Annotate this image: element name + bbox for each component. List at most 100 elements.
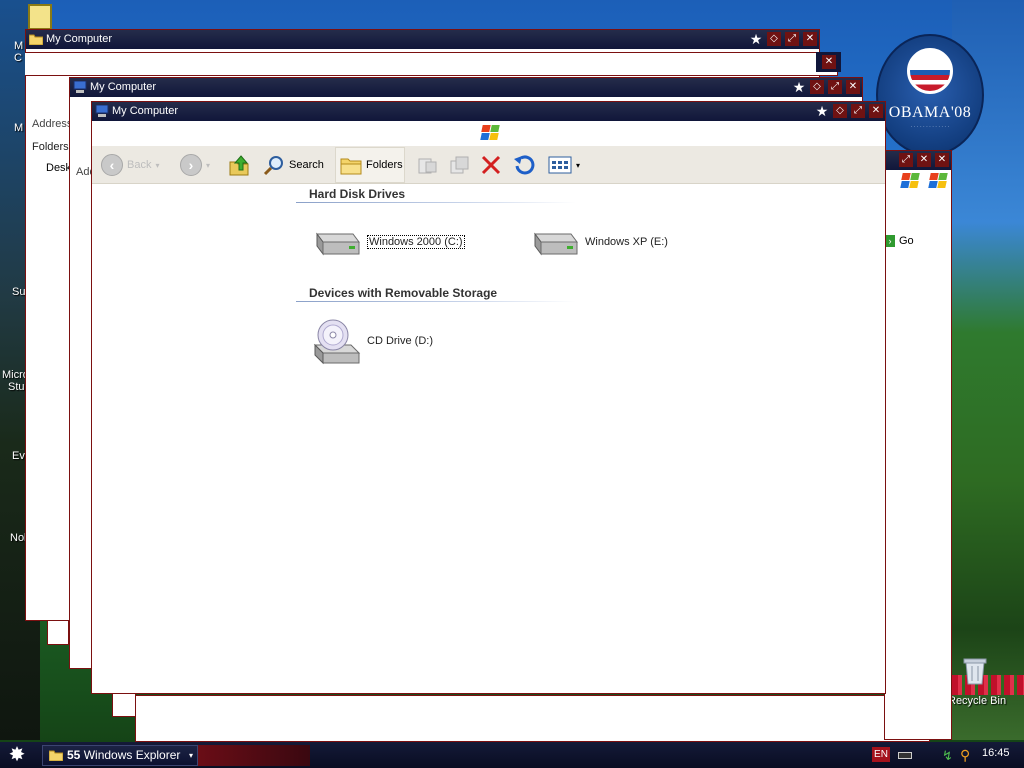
taskbar: ✸ 55 Windows Explorer ▾ EN ↯ ⚲ 16:45 xyxy=(0,742,1024,768)
drive-item-d[interactable]: CD Drive (D:) xyxy=(313,317,433,365)
go-button[interactable]: › Go xyxy=(885,235,914,247)
close-button[interactable]: ✕ xyxy=(822,55,836,69)
stacked-window-edge xyxy=(112,692,136,717)
minimize-button[interactable]: ◇ xyxy=(833,104,847,118)
folders-button[interactable]: Folders xyxy=(335,147,405,183)
clock[interactable]: 16:45 xyxy=(982,747,1010,759)
undo-button[interactable] xyxy=(511,154,535,176)
toolbar: ‹ Back ▾ › ▾ Search Folders ▾ xyxy=(92,146,885,184)
drive-item-c[interactable]: Windows 2000 (C:) xyxy=(313,228,465,256)
go-arrow-icon: › xyxy=(885,235,895,247)
back-button[interactable]: ‹ Back ▾ xyxy=(101,154,159,176)
folder-icon xyxy=(49,750,63,761)
up-folder-button[interactable] xyxy=(228,154,252,176)
restore-button[interactable]: ⤢ xyxy=(785,32,799,46)
window-my-computer-front[interactable]: My Computer ★ ◇ ⤢ ✕ ‹ Back ▾ › ▾ Search … xyxy=(91,101,886,694)
minimize-button[interactable]: ◇ xyxy=(767,32,781,46)
network-icon[interactable]: ↯ xyxy=(942,748,953,764)
views-icon xyxy=(548,156,572,174)
search-icon xyxy=(263,156,283,176)
stacked-window-edge xyxy=(47,620,69,645)
drive-label: Windows XP (E:) xyxy=(585,236,668,248)
obama-badge-image: OBAMA'08 · · · · · · · · · · · · · xyxy=(876,34,984,156)
address-label: Address xyxy=(32,118,73,130)
window-titlebar: My Computer ★ ◇ ⤢ ✕ xyxy=(92,102,885,121)
copy-to-icon xyxy=(450,156,469,174)
star-icon[interactable]: ★ xyxy=(749,32,763,46)
delete-button[interactable] xyxy=(480,154,502,176)
go-label: Go xyxy=(899,235,914,247)
cd-drive-icon xyxy=(313,319,361,365)
desktop-label: Stu xyxy=(8,381,25,393)
recycle-bin-label[interactable]: Recycle Bin xyxy=(948,695,1006,707)
window-title: My Computer xyxy=(46,33,113,45)
windows-logo-icon xyxy=(928,173,948,189)
drive-label: Windows 2000 (C:) xyxy=(367,235,465,249)
obama-logo-icon xyxy=(907,48,953,94)
window-titlebar: My Computer ★ ◇ ⤢ ✕ xyxy=(26,30,819,49)
task-label: Windows Explorer xyxy=(83,748,181,762)
window-menubar xyxy=(25,52,838,76)
close-button[interactable]: ✕ xyxy=(935,153,949,167)
window-title: My Computer xyxy=(90,81,157,93)
windows-logo-icon xyxy=(480,125,500,141)
dropdown-arrow-icon[interactable]: ▾ xyxy=(576,161,580,170)
taskbar-button-windows-explorer[interactable]: 55 Windows Explorer ▾ xyxy=(42,745,198,766)
forward-button[interactable]: › ▾ xyxy=(180,154,210,176)
close-button[interactable]: ✕ xyxy=(917,153,931,167)
desktop-label: M xyxy=(14,122,24,134)
section-header-removable-storage: Devices with Removable Storage xyxy=(309,286,498,300)
desktop-label: M xyxy=(14,40,24,52)
folders-pane-title: Folders xyxy=(32,141,69,153)
desktop-label: Su xyxy=(12,286,26,298)
forward-arrow-icon: › xyxy=(180,154,202,176)
hard-disk-icon xyxy=(534,232,578,256)
drive-item-e[interactable]: Windows XP (E:) xyxy=(531,228,668,256)
dropdown-arrow-icon[interactable]: ▾ xyxy=(206,161,210,170)
start-button[interactable]: ✸ xyxy=(6,745,28,765)
keyboard-icon[interactable] xyxy=(898,752,912,759)
badge-text: OBAMA'08 xyxy=(888,104,972,121)
tree-item-desktop[interactable]: Desk xyxy=(46,162,71,174)
desktop-shortcut-icon[interactable] xyxy=(28,4,52,30)
move-to-button[interactable] xyxy=(416,154,438,176)
folder-icon xyxy=(340,158,362,175)
language-indicator[interactable]: EN xyxy=(872,747,890,762)
restore-button[interactable]: ⤢ xyxy=(851,104,865,118)
search-label: Search xyxy=(289,159,324,171)
search-tray-icon[interactable]: ⚲ xyxy=(960,747,970,764)
window-right-back: ⤢ ✕ ✕ › Go xyxy=(884,150,952,740)
dropdown-arrow-icon[interactable]: ▾ xyxy=(155,161,159,170)
section-divider xyxy=(296,301,576,302)
folder-icon xyxy=(29,34,43,45)
back-label: Back xyxy=(127,159,152,171)
stacked-window-edge xyxy=(135,695,930,742)
hard-disk-icon xyxy=(316,232,360,256)
restore-button[interactable]: ⤢ xyxy=(899,153,913,167)
my-computer-icon xyxy=(95,105,109,117)
close-button[interactable]: ✕ xyxy=(846,80,860,94)
folders-label: Folders xyxy=(366,159,403,171)
recycle-bin-icon[interactable] xyxy=(962,656,988,686)
undo-icon xyxy=(514,155,535,175)
window-titlebar: ⤢ ✕ ✕ xyxy=(885,151,951,170)
move-to-icon xyxy=(418,158,437,174)
delete-icon xyxy=(481,155,501,175)
window-titlebar: My Computer ★ ◇ ⤢ ✕ xyxy=(70,78,862,97)
restore-button[interactable]: ⤢ xyxy=(828,80,842,94)
close-button[interactable]: ✕ xyxy=(869,104,883,118)
search-button[interactable]: Search xyxy=(263,154,324,176)
dropdown-arrow-icon[interactable]: ▾ xyxy=(189,746,193,765)
window-title: My Computer xyxy=(112,105,179,117)
star-icon[interactable]: ★ xyxy=(792,80,806,94)
taskbar-empty-area xyxy=(198,745,310,766)
minimize-button[interactable]: ◇ xyxy=(810,80,824,94)
copy-to-button[interactable] xyxy=(448,154,470,176)
views-button[interactable]: ▾ xyxy=(548,154,580,176)
up-folder-icon xyxy=(229,155,249,176)
badge-subtext: · · · · · · · · · · · · · xyxy=(910,124,950,130)
section-divider xyxy=(296,202,576,203)
close-button[interactable]: ✕ xyxy=(803,32,817,46)
window-titlebar-extension: ✕ xyxy=(816,52,841,72)
star-icon[interactable]: ★ xyxy=(815,104,829,118)
